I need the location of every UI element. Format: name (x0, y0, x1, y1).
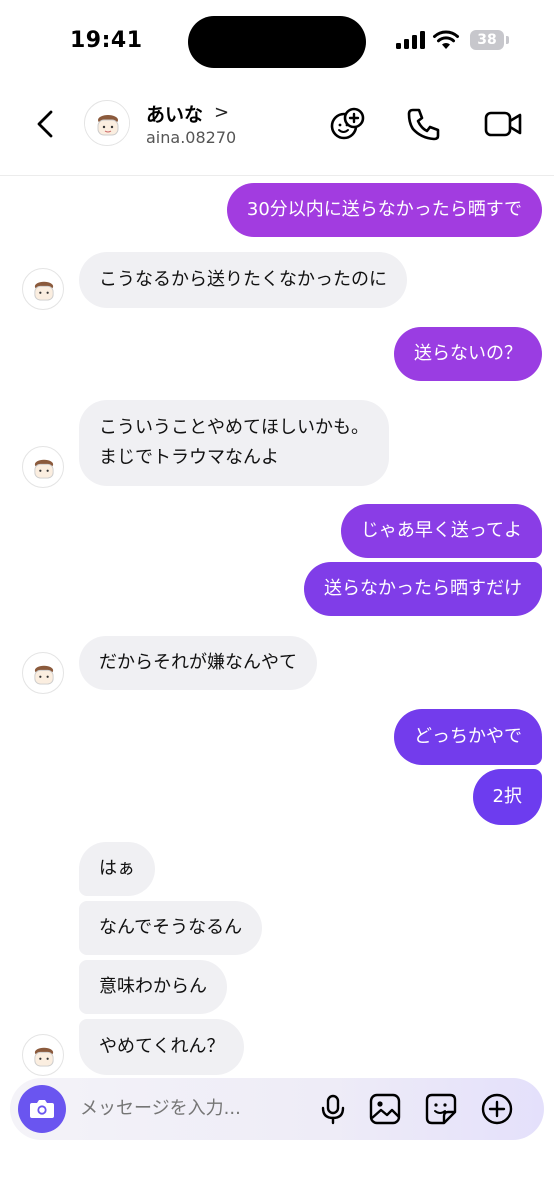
message-bubble-incoming[interactable]: だからそれが嫌なんやて (79, 636, 317, 690)
cellular-signal-icon (396, 31, 425, 49)
camera-icon (30, 1100, 54, 1118)
message-bubble-incoming[interactable]: こういうことやめてほしいかも。 まじでトラウマなんよ (79, 400, 389, 486)
message-bubble-outgoing[interactable]: 送らないの？ (394, 327, 542, 381)
message-text: 送らなかったら晒すだけ (324, 578, 522, 599)
message-text: 意味わからん (99, 976, 207, 997)
message-text-line: こういうことやめてほしいかも。 (99, 417, 369, 438)
avatar-illustration-icon (34, 281, 54, 301)
video-call-icon[interactable] (484, 104, 524, 144)
message-bubble-incoming[interactable]: 意味わからん (79, 960, 227, 1014)
message-text: 送らないの？ (414, 343, 522, 364)
image-icon[interactable] (368, 1092, 402, 1126)
message-bubble-incoming[interactable]: こうなるから送りたくなかったのに (79, 252, 407, 308)
message-text: だからそれが嫌なんやて (99, 652, 297, 673)
status-time: 19:41 (70, 28, 143, 53)
message-text: どっちかやで (414, 726, 522, 747)
dynamic-island (188, 16, 366, 68)
message-input[interactable] (80, 1078, 290, 1140)
message-bubble-incoming[interactable]: はぁ (79, 842, 155, 896)
message-list[interactable]: 30分以内に送らなかったら晒すで こうなるから送りたくなかったのに 送らないの？… (0, 176, 554, 1076)
message-text: なんでそうなるん (99, 917, 243, 938)
message-bubble-outgoing[interactable]: 2択 (472, 769, 542, 825)
sticker-icon[interactable] (424, 1092, 458, 1126)
avatar-illustration-icon (34, 665, 54, 685)
sender-avatar[interactable] (22, 268, 64, 310)
battery-level: 38 (477, 32, 497, 48)
message-bubble-outgoing[interactable]: 送らなかったら晒すだけ (304, 562, 542, 616)
add-people-icon[interactable] (328, 104, 368, 144)
message-bubble-incoming[interactable]: やめてくれん？ (79, 1019, 245, 1075)
message-bubble-outgoing[interactable]: じゃあ早く送ってよ (340, 504, 542, 558)
contact-handle: aina.08270 (146, 128, 237, 147)
wifi-icon (433, 30, 459, 49)
message-text: やめてくれん？ (99, 1036, 225, 1057)
message-text-line: まじでトラウマなんよ (99, 447, 279, 468)
message-bubble-incoming[interactable]: なんでそうなるん (79, 901, 263, 955)
sender-avatar[interactable] (22, 652, 64, 694)
message-text: じゃあ早く送ってよ (360, 520, 522, 541)
contact-name[interactable]: あいな (146, 100, 203, 127)
status-bar: 19:41 38 (0, 0, 554, 80)
plus-circle-icon[interactable] (480, 1092, 514, 1126)
chevron-right-icon[interactable]: > (214, 102, 229, 123)
avatar-illustration-icon (34, 1047, 54, 1067)
message-text: 30分以内に送らなかったら晒すで (246, 199, 522, 220)
microphone-icon[interactable] (316, 1092, 350, 1126)
chat-header: あいな > aina.08270 (0, 80, 554, 176)
chevron-left-icon[interactable] (28, 106, 64, 142)
message-text: はぁ (99, 858, 135, 879)
message-bubble-outgoing[interactable]: どっちかやで (394, 709, 542, 765)
sender-avatar[interactable] (22, 446, 64, 488)
camera-button[interactable] (18, 1085, 66, 1133)
contact-avatar[interactable] (84, 100, 130, 146)
avatar-illustration-icon (85, 101, 129, 145)
message-text: こうなるから送りたくなかったのに (99, 269, 387, 290)
message-text: 2択 (492, 786, 522, 807)
sender-avatar[interactable] (22, 1034, 64, 1076)
message-composer (10, 1078, 544, 1140)
phone-icon[interactable] (404, 104, 444, 144)
avatar-illustration-icon (34, 459, 54, 479)
battery-icon: 38 (470, 30, 510, 50)
message-bubble-outgoing[interactable]: 30分以内に送らなかったら晒すで (226, 183, 542, 237)
